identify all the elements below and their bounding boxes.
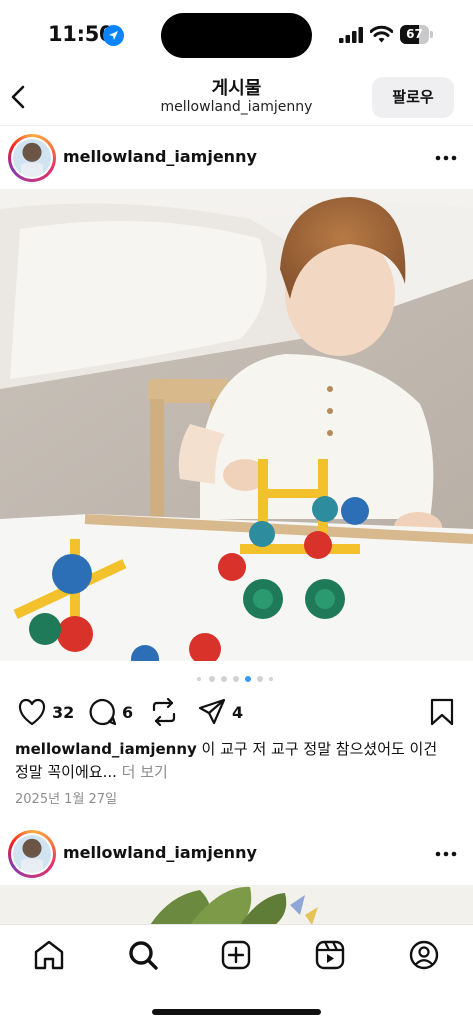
comment-icon[interactable] (89, 698, 117, 726)
carousel-dot (257, 676, 263, 682)
repost-icon[interactable] (151, 698, 177, 726)
post-photo[interactable] (0, 189, 473, 661)
cellular-signal-icon (339, 27, 363, 43)
search-icon[interactable] (127, 939, 159, 971)
carousel-dot (245, 676, 251, 682)
save-bookmark-icon[interactable] (430, 698, 454, 726)
post-header: mellowland_iamjenny (0, 126, 473, 188)
create-icon[interactable] (220, 939, 252, 971)
share-send-icon[interactable] (198, 698, 226, 726)
status-bar: 11:50 67 (0, 0, 473, 62)
dynamic-island (161, 13, 312, 58)
follow-button[interactable]: 팔로우 (372, 77, 454, 118)
profile-icon[interactable] (408, 939, 440, 971)
next-post-header: mellowland_iamjenny (0, 822, 473, 884)
share-count[interactable]: 4 (232, 703, 243, 722)
home-indicator[interactable] (152, 1009, 321, 1015)
like-heart-icon[interactable] (17, 698, 47, 726)
caption-more-link[interactable]: 더 보기 (122, 763, 168, 781)
battery-indicator: 67 (400, 25, 433, 44)
like-count[interactable]: 32 (52, 703, 74, 722)
post-caption: mellowland_iamjenny 이 교구 저 교구 정말 참으셨어도 이… (15, 738, 455, 784)
home-icon[interactable] (33, 939, 65, 971)
carousel-dot (269, 677, 273, 681)
carousel-dot (221, 676, 227, 682)
bottom-tab-bar (0, 924, 473, 1024)
comment-count[interactable]: 6 (122, 703, 133, 722)
caption-username[interactable]: mellowland_iamjenny (15, 740, 197, 758)
carousel-dot (197, 677, 201, 681)
post-actions: 32 6 4 (0, 692, 473, 732)
carousel-dot (233, 676, 239, 682)
avatar-image (13, 835, 51, 873)
reels-icon[interactable] (314, 939, 346, 971)
avatar[interactable] (8, 830, 56, 878)
battery-level: 67 (406, 27, 423, 41)
location-arrow-icon (103, 25, 124, 46)
wifi-icon (370, 25, 393, 43)
next-post-username[interactable]: mellowland_iamjenny (63, 843, 257, 862)
nav-header: 게시물 mellowland_iamjenny 팔로우 (0, 62, 473, 126)
carousel-dot (209, 676, 215, 682)
avatar-image (13, 139, 51, 177)
more-options-icon[interactable] (434, 148, 458, 168)
more-options-icon[interactable] (434, 844, 458, 864)
post-username[interactable]: mellowland_iamjenny (63, 147, 257, 166)
carousel-dots (0, 675, 473, 683)
avatar[interactable] (8, 134, 56, 182)
post-date: 2025년 1월 27일 (15, 792, 118, 807)
next-post-photo[interactable] (0, 885, 473, 925)
